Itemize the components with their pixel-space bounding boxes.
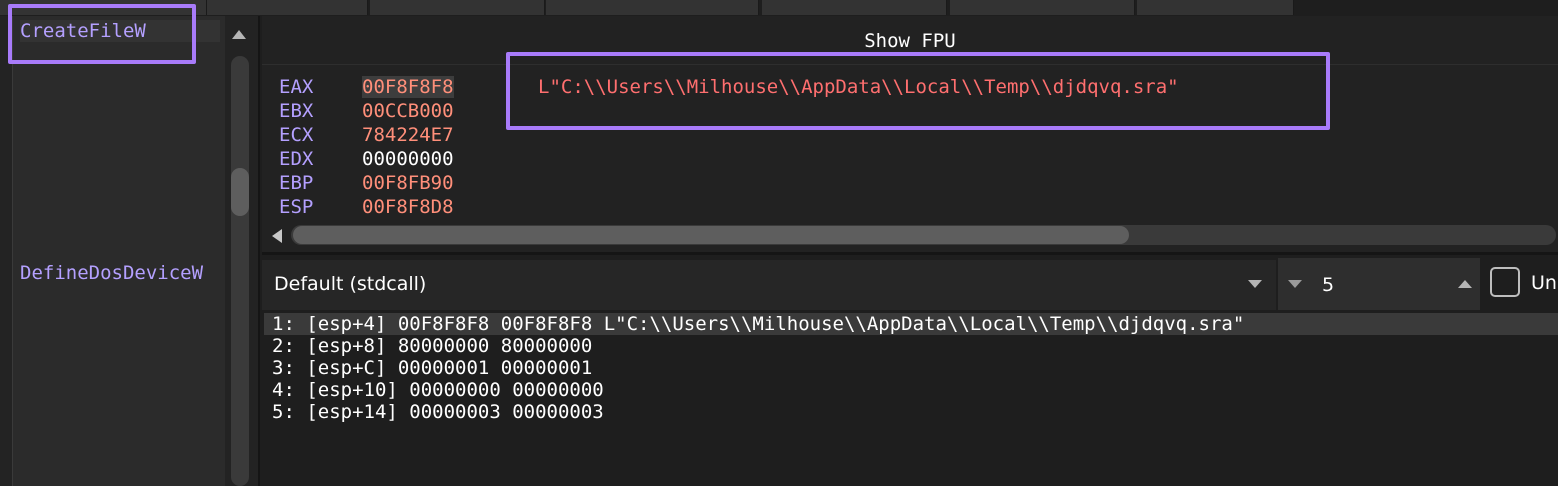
tab-2[interactable]	[207, 0, 368, 15]
highlight-box-eax-comment	[506, 52, 1330, 130]
panel-splitter[interactable]	[258, 16, 260, 486]
tab-4[interactable]	[546, 0, 759, 15]
arg-count-spinbox[interactable]	[1278, 258, 1480, 310]
register-value-ebx[interactable]: 00CCB000	[362, 100, 454, 122]
register-value-edx[interactable]: 00000000	[362, 148, 454, 170]
spin-up-icon[interactable]	[1458, 280, 1472, 288]
show-fpu-toggle[interactable]: Show FPU	[262, 30, 1558, 52]
dropdown-arrow-icon[interactable]	[1248, 280, 1262, 288]
symbol-list-scroll-track[interactable]	[231, 56, 249, 486]
stack-arg-row[interactable]: 4: [esp+10] 00000000 00000000	[272, 379, 604, 401]
stack-arg-row[interactable]: 2: [esp+8] 80000000 80000000	[272, 335, 592, 357]
arg-count-value[interactable]: 5	[1322, 274, 1334, 296]
unlock-checkbox[interactable]	[1490, 267, 1520, 297]
call-convention-value: Default (stdcall)	[274, 273, 427, 295]
register-name-eax: EAX	[279, 76, 314, 98]
symbol-list-scroll-thumb[interactable]	[231, 168, 249, 216]
register-value-eax[interactable]: 00F8F8F8	[362, 76, 454, 98]
scroll-left-icon[interactable]	[272, 229, 282, 243]
tab-7[interactable]	[1137, 0, 1294, 15]
register-name-ebx: EBX	[279, 100, 314, 122]
register-value-ebp[interactable]: 00F8FB90	[362, 172, 454, 194]
scroll-up-icon[interactable]	[232, 30, 246, 39]
tab-5[interactable]	[762, 0, 947, 15]
stack-arg-row[interactable]: 5: [esp+14] 00000003 00000003	[272, 401, 604, 423]
symbol-list[interactable]	[12, 16, 225, 486]
highlight-box-createfilew	[8, 4, 196, 64]
symbol-item-definedosdevicew[interactable]: DefineDosDeviceW	[20, 262, 222, 284]
register-name-ebp: EBP	[279, 172, 314, 194]
register-value-esp[interactable]: 00F8F8D8	[362, 196, 454, 218]
stack-arg-row[interactable]: 3: [esp+C] 00000001 00000001	[272, 357, 592, 379]
tab-3[interactable]	[370, 0, 545, 15]
register-value-ecx[interactable]: 784224E7	[362, 124, 454, 146]
tab-6[interactable]	[950, 0, 1135, 15]
spin-down-icon[interactable]	[1288, 280, 1302, 288]
registers-hscroll-thumb[interactable]	[293, 226, 1129, 244]
register-name-esp: ESP	[279, 196, 314, 218]
top-tab-strip	[0, 0, 1558, 16]
register-name-edx: EDX	[279, 148, 314, 170]
register-name-ecx: ECX	[279, 124, 314, 146]
stack-arg-row[interactable]: 1: [esp+4] 00F8F8F8 00F8F8F8 L"C:\\Users…	[264, 313, 1558, 335]
unlock-checkbox-label: Un	[1531, 272, 1557, 294]
